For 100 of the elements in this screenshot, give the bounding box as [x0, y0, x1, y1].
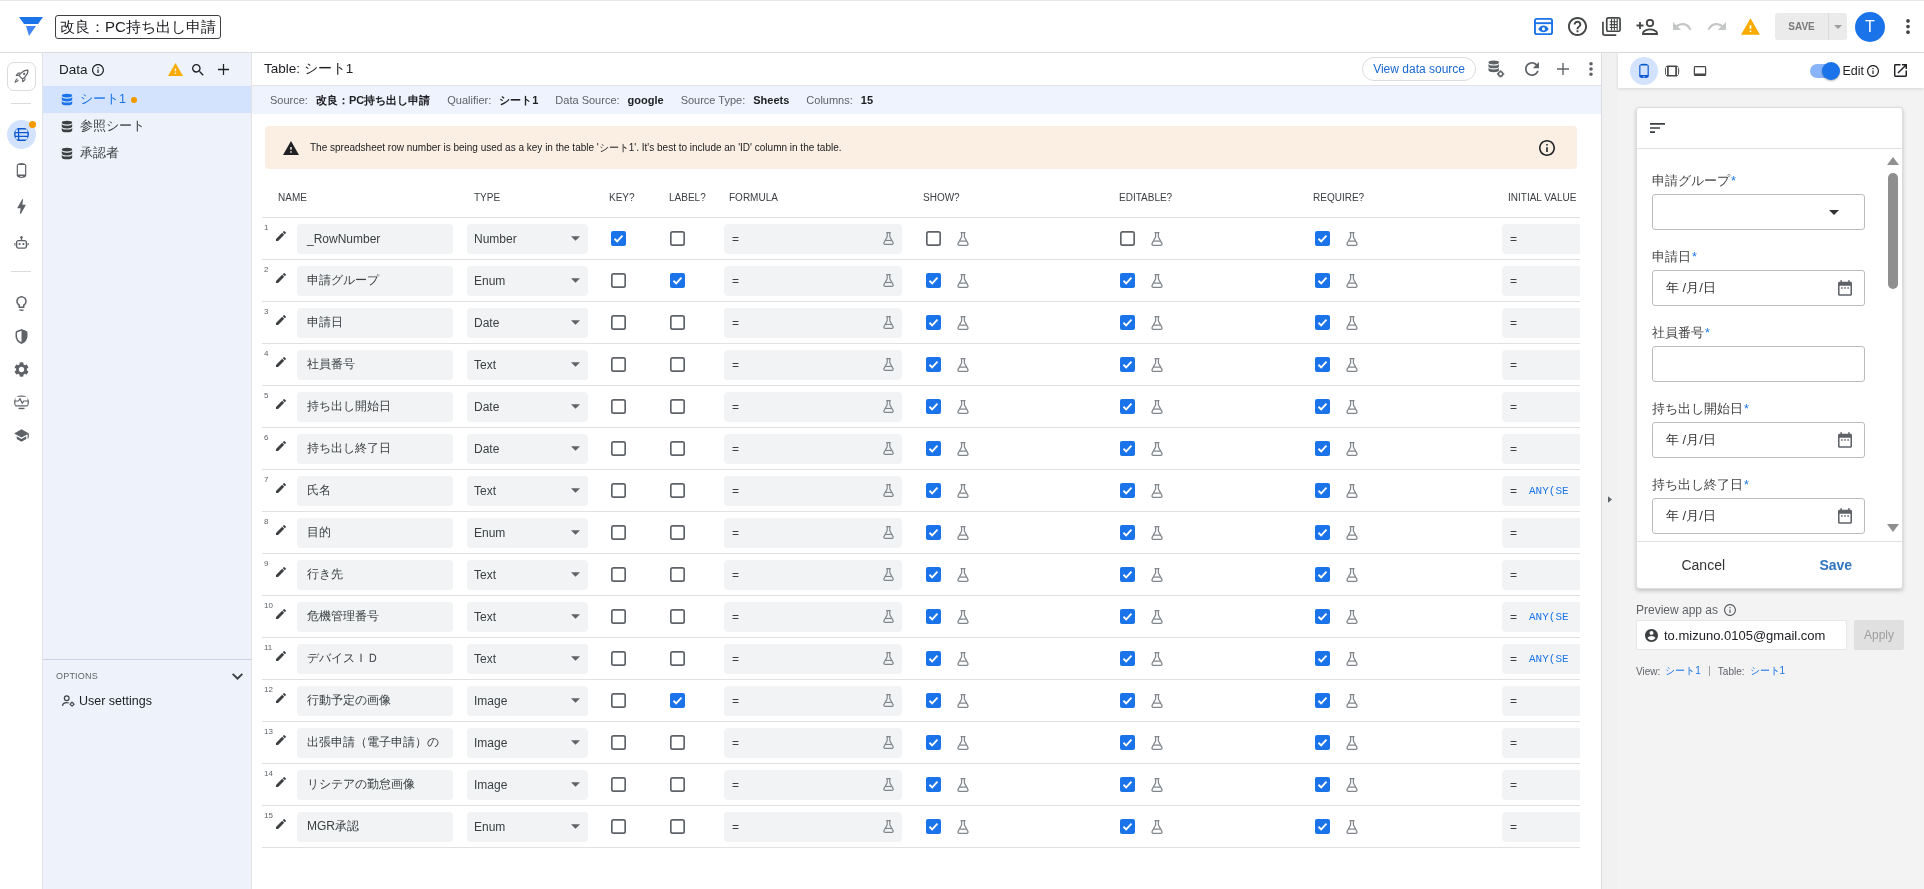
- flask-icon[interactable]: [957, 399, 969, 414]
- flask-icon[interactable]: [1151, 567, 1163, 582]
- column-name-field[interactable]: _RowNumber: [297, 223, 453, 254]
- cancel-button[interactable]: Cancel: [1637, 553, 1770, 577]
- info-icon[interactable]: [1867, 64, 1879, 77]
- flask-icon[interactable]: [1151, 609, 1163, 624]
- checkbox[interactable]: [670, 483, 685, 498]
- checkbox[interactable]: [1315, 273, 1330, 288]
- formula-field[interactable]: =: [724, 811, 902, 842]
- table-list-item[interactable]: 承認者: [43, 140, 251, 167]
- checkbox[interactable]: [1315, 609, 1330, 624]
- flask-icon[interactable]: [1151, 651, 1163, 666]
- person-add-icon[interactable]: [1636, 18, 1658, 35]
- checkbox[interactable]: [1315, 483, 1330, 498]
- pencil-icon[interactable]: [276, 608, 286, 619]
- formula-field[interactable]: =: [724, 391, 902, 422]
- library-icon[interactable]: [1602, 17, 1621, 36]
- flask-icon[interactable]: [883, 694, 894, 707]
- column-name-field[interactable]: 行き先: [297, 559, 453, 590]
- flask-icon[interactable]: [957, 609, 969, 624]
- info-icon[interactable]: [91, 63, 104, 76]
- formula-field[interactable]: =: [724, 433, 902, 464]
- checkbox[interactable]: [926, 819, 941, 834]
- scroll-down-icon[interactable]: [1887, 524, 1899, 532]
- pencil-icon[interactable]: [276, 650, 286, 661]
- checkbox[interactable]: [1120, 567, 1135, 582]
- flask-icon[interactable]: [1346, 735, 1358, 750]
- flask-icon[interactable]: [1151, 483, 1163, 498]
- checkbox[interactable]: [926, 693, 941, 708]
- checkbox[interactable]: [670, 567, 685, 582]
- pencil-icon[interactable]: [276, 734, 286, 745]
- dropdown-field[interactable]: [1652, 194, 1865, 230]
- pencil-icon[interactable]: [276, 230, 286, 241]
- flask-icon[interactable]: [957, 483, 969, 498]
- type-select[interactable]: Date: [467, 433, 588, 464]
- initial-value-field[interactable]: =: [1502, 223, 1580, 254]
- formula-field[interactable]: =: [724, 769, 902, 800]
- column-name-field[interactable]: デバイスＩＤ: [297, 643, 453, 674]
- flask-icon[interactable]: [1151, 441, 1163, 456]
- search-icon[interactable]: [192, 63, 204, 76]
- date-field[interactable]: 年 /月/日: [1652, 270, 1865, 306]
- view-data-source-button[interactable]: View data source: [1362, 57, 1476, 81]
- flask-icon[interactable]: [883, 316, 894, 329]
- checkbox[interactable]: [1315, 567, 1330, 582]
- flask-icon[interactable]: [1151, 357, 1163, 372]
- rocket-icon[interactable]: [6, 61, 36, 91]
- app-name-field[interactable]: 改良：PC持ち出し申請: [55, 14, 221, 39]
- formula-field[interactable]: =: [724, 349, 902, 380]
- checkbox[interactable]: [670, 315, 685, 330]
- checkbox[interactable]: [670, 609, 685, 624]
- checkbox[interactable]: [926, 525, 941, 540]
- flask-icon[interactable]: [1151, 399, 1163, 414]
- checkbox[interactable]: [611, 819, 626, 834]
- type-select[interactable]: Number: [467, 223, 588, 254]
- flask-icon[interactable]: [1151, 819, 1163, 834]
- initial-value-field[interactable]: =: [1502, 391, 1580, 422]
- checkbox[interactable]: [1120, 735, 1135, 750]
- flask-icon[interactable]: [957, 693, 969, 708]
- flask-icon[interactable]: [883, 232, 894, 245]
- checkbox[interactable]: [1315, 819, 1330, 834]
- column-name-field[interactable]: 申請グループ: [297, 265, 453, 296]
- date-field[interactable]: 年 /月/日: [1652, 498, 1865, 534]
- flask-icon[interactable]: [1346, 441, 1358, 456]
- text-field[interactable]: [1652, 346, 1865, 382]
- type-select[interactable]: Text: [467, 601, 588, 632]
- collapse-handle-icon[interactable]: [1608, 496, 1612, 503]
- flask-icon[interactable]: [1151, 273, 1163, 288]
- formula-field[interactable]: =: [724, 307, 902, 338]
- initial-value-field[interactable]: =: [1502, 307, 1580, 338]
- add-icon[interactable]: [218, 64, 229, 75]
- flask-icon[interactable]: [957, 777, 969, 792]
- pencil-icon[interactable]: [276, 692, 286, 703]
- flask-icon[interactable]: [1346, 399, 1358, 414]
- flask-icon[interactable]: [957, 441, 969, 456]
- formula-field[interactable]: =: [724, 643, 902, 674]
- checkbox[interactable]: [611, 525, 626, 540]
- info-icon[interactable]: [1539, 139, 1555, 156]
- checkbox[interactable]: [611, 567, 626, 582]
- checkbox[interactable]: [926, 651, 941, 666]
- type-select[interactable]: Image: [467, 727, 588, 758]
- initial-value-field[interactable]: = ANY(SE: [1502, 475, 1580, 506]
- column-name-field[interactable]: リシテアの勤怠画像: [297, 769, 453, 800]
- flask-icon[interactable]: [1346, 567, 1358, 582]
- column-name-field[interactable]: 氏名: [297, 475, 453, 506]
- formula-field[interactable]: =: [724, 685, 902, 716]
- table-icon[interactable]: [6, 119, 36, 149]
- table-list-item[interactable]: 参照シート: [43, 113, 251, 140]
- menu-item[interactable]: User settings: [43, 691, 251, 711]
- flask-icon[interactable]: [957, 567, 969, 582]
- initial-value-field[interactable]: = ANY(SE: [1502, 643, 1580, 674]
- column-name-field[interactable]: 社員番号: [297, 349, 453, 380]
- checkbox[interactable]: [1120, 651, 1135, 666]
- type-select[interactable]: Enum: [467, 265, 588, 296]
- pencil-icon[interactable]: [276, 818, 286, 829]
- flask-icon[interactable]: [883, 568, 894, 581]
- type-select[interactable]: Text: [467, 559, 588, 590]
- edit-toggle[interactable]: [1808, 61, 1841, 80]
- checkbox[interactable]: [926, 441, 941, 456]
- initial-value-field[interactable]: =: [1502, 727, 1580, 758]
- more-options-icon[interactable]: [1906, 19, 1910, 34]
